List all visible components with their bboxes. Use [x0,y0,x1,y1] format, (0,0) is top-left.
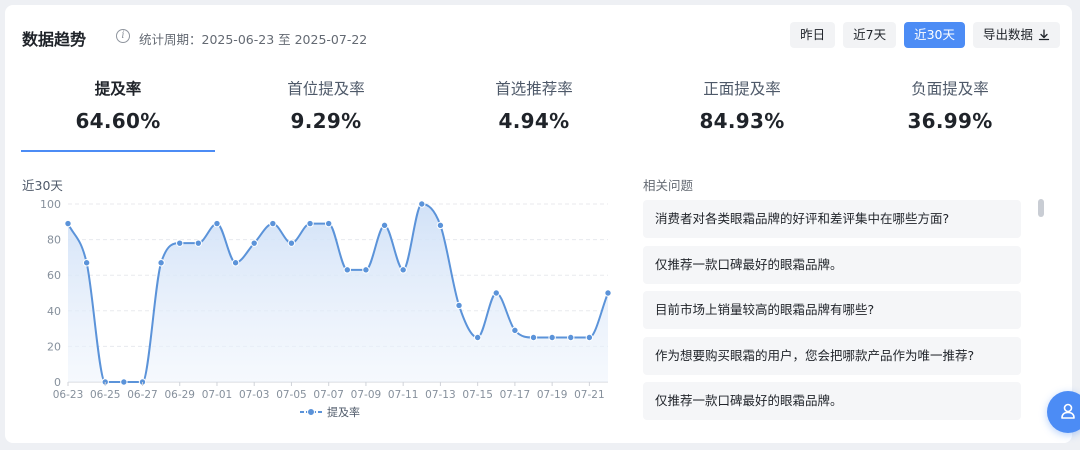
data-point[interactable] [567,333,575,342]
y-tick-label: 20 [47,340,61,353]
related-questions-title: 相关问题 [643,178,694,193]
related-question-item[interactable]: 仅推荐一款口碑最好的眼霜品牌。 [643,245,1021,284]
data-point[interactable] [548,333,556,342]
floating-assistant-button[interactable] [1047,391,1080,433]
x-tick-label: 07-03 [239,389,270,401]
metric-tab-first-recommend-rate[interactable]: 首选推荐率 4.94% [437,76,631,152]
data-point[interactable] [250,239,258,247]
info-icon[interactable]: i [116,29,130,43]
x-tick-label: 07-15 [462,389,493,401]
range-button-group: 昨日 近7天 近30天 导出数据 [790,22,1060,48]
data-point[interactable] [492,289,500,297]
metric-label: 首选推荐率 [495,80,573,98]
trend-chart: 0 20 40 60 80 100 06-23 06-25 06-27 06-29 07-01 07-… [40,198,612,419]
metric-label: 首位提及率 [287,80,365,98]
data-point[interactable] [157,259,165,267]
x-tick-label: 07-17 [500,389,531,401]
data-point[interactable] [306,219,314,228]
data-point[interactable] [213,219,221,228]
header: 数据趋势 i 统计周期：2025-06-23 至 2025-07-22 昨日 近… [22,22,1060,52]
x-tick-label: 07-11 [388,389,419,401]
metric-tab-positive-mention-rate[interactable]: 正面提及率 84.93% [645,76,839,152]
user-icon [1061,403,1075,419]
x-tick-label: 07-07 [313,389,344,401]
metric-tab-first-mention-rate[interactable]: 首位提及率 9.29% [229,76,423,152]
x-tick-label: 06-29 [164,389,195,401]
data-point[interactable] [324,219,333,228]
data-point[interactable] [473,333,482,342]
export-label: 导出数据 [982,27,1033,42]
related-question-item[interactable]: 目前市场上销量较高的眼霜品牌有哪些? [643,291,1021,329]
x-tick-label: 06-23 [53,389,84,401]
data-point[interactable] [231,259,240,267]
metric-tab-negative-mention-rate[interactable]: 负面提及率 36.99% [853,76,1047,152]
data-point[interactable] [194,239,203,247]
related-question-item[interactable]: 作为想要购买眼霜的用户，您会把哪款产品作为唯一推荐? [643,336,1021,375]
y-tick-label: 60 [47,269,61,282]
data-point[interactable] [399,266,407,274]
data-point[interactable] [511,326,519,335]
download-icon [1038,29,1050,41]
y-tick-label: 100 [40,198,61,211]
data-point[interactable] [418,200,426,208]
data-point[interactable] [362,266,370,274]
data-point[interactable] [287,239,296,247]
legend-label[interactable]: 提及率 [327,405,360,419]
data-point[interactable] [82,259,91,267]
scrollbar-thumb[interactable] [1038,199,1044,217]
metric-label: 正面提及率 [703,80,781,98]
last-7-days-button[interactable]: 近7天 [843,22,897,48]
page-title: 数据趋势 [22,30,87,49]
metric-label: 提及率 [94,80,142,98]
data-point[interactable] [176,239,184,247]
metric-value: 4.94% [498,109,570,133]
data-point[interactable] [529,333,538,342]
legend-marker [307,408,315,416]
export-data-button[interactable]: 导出数据 [972,22,1060,48]
y-tick-label: 80 [47,234,61,247]
metric-tabs: 提及率 64.60% 首位提及率 9.29% 首选推荐率 4.94% 正面提及率… [21,76,1061,152]
metric-value: 64.60% [75,109,161,133]
x-tick-label: 06-27 [127,389,158,401]
data-point[interactable] [269,219,277,228]
x-tick-label: 07-13 [425,389,456,401]
metric-label: 负面提及率 [911,80,989,98]
data-point[interactable] [64,219,72,228]
related-questions-list: 消费者对各类眼霜品牌的好评和差评集中在哪些方面? 仅推荐一款口碑最好的眼霜品牌。… [643,200,1021,430]
y-tick-label: 0 [54,376,61,389]
x-tick-label: 07-09 [351,389,382,401]
y-tick-label: 40 [47,305,61,318]
x-tick-label: 07-01 [202,389,233,401]
related-question-item[interactable]: 仅推荐一款口碑最好的眼霜品牌。 [643,382,1021,420]
related-question-item[interactable]: 消费者对各类眼霜品牌的好评和差评集中在哪些方面? [643,200,1021,238]
data-point[interactable] [604,289,612,297]
data-point[interactable] [455,301,463,310]
data-point[interactable] [380,221,389,230]
yesterday-button[interactable]: 昨日 [790,22,836,48]
last-30-days-button[interactable]: 近30天 [904,22,965,48]
x-tick-label: 07-05 [276,389,307,401]
data-point[interactable] [585,333,594,342]
metric-value: 84.93% [699,109,785,133]
metric-value: 9.29% [290,109,362,133]
data-point[interactable] [436,221,445,230]
metric-tab-mention-rate[interactable]: 提及率 64.60% [21,76,215,152]
data-point[interactable] [343,266,352,274]
related-questions-scrollbar[interactable] [1036,195,1046,425]
metric-value: 36.99% [907,109,993,133]
data-point[interactable] [120,378,128,386]
stat-period: 统计周期：2025-06-23 至 2025-07-22 [139,32,368,47]
x-tick-label: 07-21 [574,389,605,401]
x-tick-label: 06-25 [90,389,121,401]
x-tick-label: 07-19 [537,389,568,401]
